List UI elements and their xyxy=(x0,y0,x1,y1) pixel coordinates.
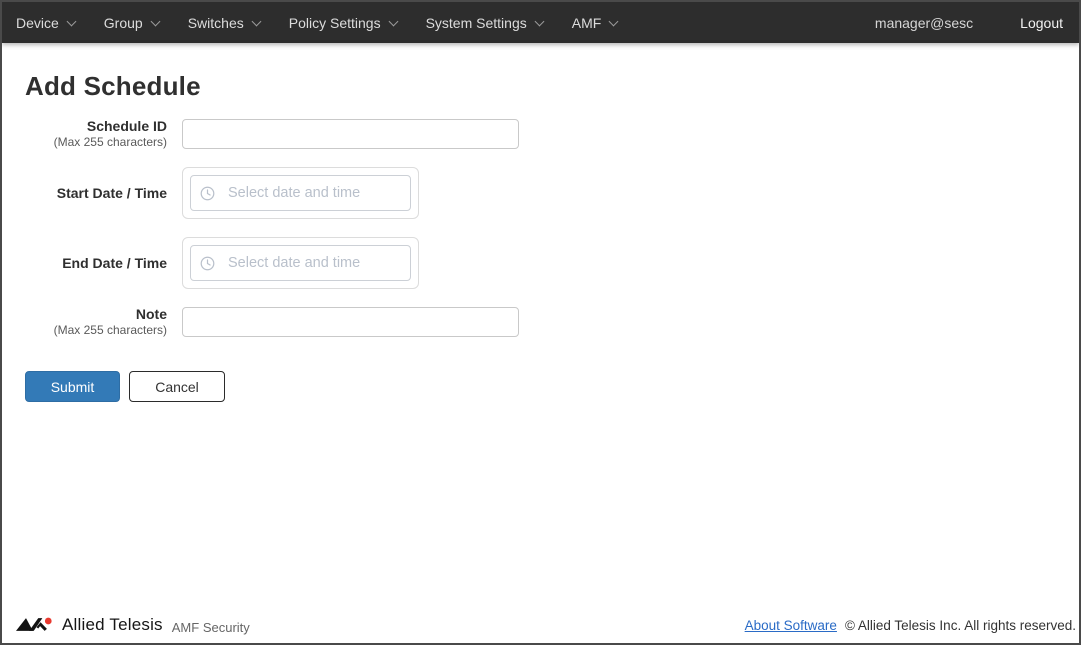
page-title: Add Schedule xyxy=(25,73,1079,99)
logout-button[interactable]: Logout xyxy=(1020,15,1063,31)
logged-in-user: manager@sesc xyxy=(875,15,973,31)
nav-menu-label: System Settings xyxy=(426,15,527,31)
schedule-id-hint: (Max 255 characters) xyxy=(25,135,167,149)
nav-menu-label: Group xyxy=(104,15,143,31)
app-window: Device Group Switches Policy Settings Sy… xyxy=(0,0,1081,645)
product-name: AMF Security xyxy=(172,620,250,635)
form-actions: Submit Cancel xyxy=(25,371,1079,402)
nav-menu-device[interactable]: Device xyxy=(16,15,75,31)
note-label: Note xyxy=(25,307,167,322)
note-hint: (Max 255 characters) xyxy=(25,323,167,337)
start-datetime-placeholder: Select date and time xyxy=(228,185,360,201)
end-datetime-input[interactable]: Select date and time xyxy=(190,245,411,281)
brand-name: Allied Telesis xyxy=(62,615,163,635)
form-row-schedule-id: Schedule ID (Max 255 characters) xyxy=(25,119,1079,149)
start-datetime-widget: Select date and time xyxy=(182,167,419,219)
chevron-down-icon xyxy=(388,16,398,26)
chevron-down-icon xyxy=(251,16,261,26)
cancel-button[interactable]: Cancel xyxy=(129,371,225,402)
nav-menu-switches[interactable]: Switches xyxy=(188,15,260,31)
main-content: Add Schedule Schedule ID (Max 255 charac… xyxy=(2,43,1079,402)
end-datetime-widget: Select date and time xyxy=(182,237,419,289)
clock-icon xyxy=(200,256,215,271)
nav-menu-amf[interactable]: AMF xyxy=(572,15,618,31)
copyright-text: © Allied Telesis Inc. All rights reserve… xyxy=(845,618,1076,633)
nav-menu-label: Policy Settings xyxy=(289,15,381,31)
form-row-note: Note (Max 255 characters) xyxy=(25,307,1079,337)
top-navbar: Device Group Switches Policy Settings Sy… xyxy=(2,2,1079,43)
chevron-down-icon xyxy=(609,16,619,26)
form-row-start-datetime: Start Date / Time Select date and time xyxy=(25,167,1079,219)
nav-menu-label: AMF xyxy=(572,15,602,31)
note-input[interactable] xyxy=(182,307,519,337)
clock-icon xyxy=(200,186,215,201)
allied-telesis-logo-icon xyxy=(16,616,56,634)
page-footer: Allied Telesis AMF Security About Softwa… xyxy=(2,609,1079,643)
end-datetime-placeholder: Select date and time xyxy=(228,255,360,271)
chevron-down-icon xyxy=(534,16,544,26)
start-datetime-input[interactable]: Select date and time xyxy=(190,175,411,211)
nav-menu-policy-settings[interactable]: Policy Settings xyxy=(289,15,397,31)
end-datetime-label: End Date / Time xyxy=(25,256,167,271)
nav-menu-system-settings[interactable]: System Settings xyxy=(426,15,543,31)
submit-button[interactable]: Submit xyxy=(25,371,120,402)
chevron-down-icon xyxy=(150,16,160,26)
schedule-id-input[interactable] xyxy=(182,119,519,149)
nav-menu-label: Device xyxy=(16,15,59,31)
nav-menu-group[interactable]: Group xyxy=(104,15,159,31)
nav-menu-label: Switches xyxy=(188,15,244,31)
start-datetime-label: Start Date / Time xyxy=(25,186,167,201)
form-row-end-datetime: End Date / Time Select date and time xyxy=(25,237,1079,289)
schedule-id-label: Schedule ID xyxy=(25,119,167,134)
chevron-down-icon xyxy=(66,16,76,26)
about-software-link[interactable]: About Software xyxy=(745,618,837,633)
